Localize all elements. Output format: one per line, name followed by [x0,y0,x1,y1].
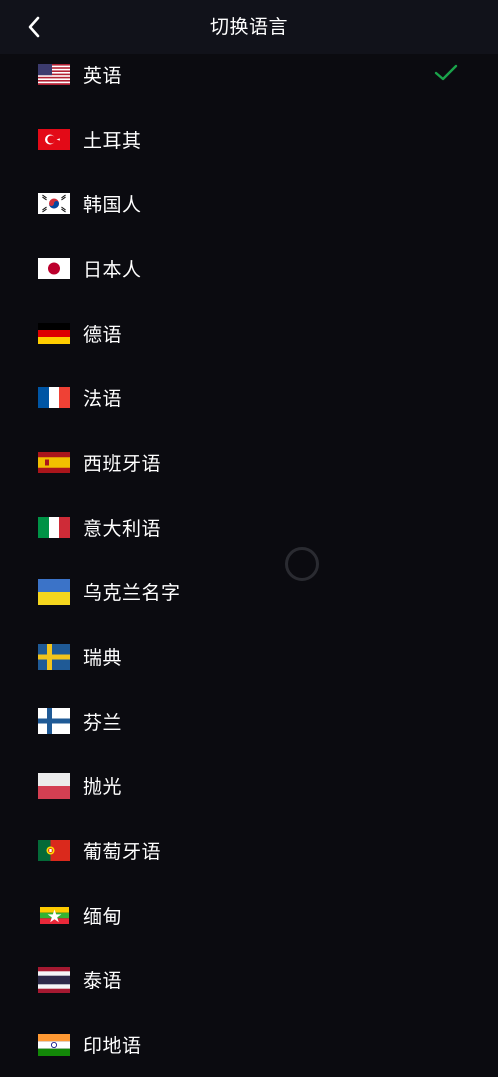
language-item-ukrainian[interactable]: 乌克兰名字 [0,560,498,625]
south-korea-flag-icon [38,193,70,215]
language-item-italian[interactable]: 意大利语 [0,495,498,560]
loading-spinner-icon [285,547,319,581]
language-item-spanish[interactable]: 西班牙语 [0,430,498,495]
language-item-portuguese[interactable]: 葡萄牙语 [0,818,498,883]
us-flag-icon [38,63,70,85]
language-label: 意大利语 [83,517,162,540]
language-item-polish[interactable]: 抛光 [0,754,498,819]
germany-flag-icon [38,322,70,344]
language-label: 芬兰 [83,711,123,734]
language-list: 英语 土耳其 韩国人 日本人 德语 法语 西班牙语 意大利语 乌克兰名字 瑞典 … [0,42,498,1077]
sweden-flag-icon [38,643,70,670]
language-label: 土耳其 [83,129,142,152]
language-label: 葡萄牙语 [83,841,162,864]
poland-flag-icon [38,772,70,799]
india-flag-icon [38,1033,70,1056]
ukraine-flag-icon [38,578,70,605]
language-label: 韩国人 [83,194,142,217]
language-label: 乌克兰名字 [83,582,181,605]
spain-flag-icon [38,451,70,473]
language-label: 泰语 [83,970,123,993]
language-item-japanese[interactable]: 日本人 [0,236,498,301]
myanmar-flag-icon [40,906,69,924]
language-item-turkish[interactable]: 土耳其 [0,107,498,172]
france-flag-icon [38,387,70,409]
checkmark-icon [434,64,458,81]
language-label: 瑞典 [83,647,123,670]
language-item-swedish[interactable]: 瑞典 [0,624,498,689]
portugal-flag-icon [38,840,70,862]
language-label: 西班牙语 [83,452,162,475]
language-item-french[interactable]: 法语 [0,365,498,430]
language-item-english[interactable]: 英语 [0,42,498,107]
japan-flag-icon [38,257,70,279]
language-label: 抛光 [83,776,123,799]
turkey-flag-icon [38,128,70,150]
language-label: 英语 [83,64,123,87]
thailand-flag-icon [38,966,70,993]
language-item-finnish[interactable]: 芬兰 [0,689,498,754]
finland-flag-icon [38,708,70,735]
language-item-korean[interactable]: 韩国人 [0,171,498,236]
language-label: 缅甸 [83,905,123,928]
language-label: 日本人 [83,258,142,281]
language-label: 法语 [83,388,123,411]
italy-flag-icon [38,516,70,538]
language-item-german[interactable]: 德语 [0,301,498,366]
language-item-hindi[interactable]: 印地语 [0,1012,498,1077]
language-item-thai[interactable]: 泰语 [0,948,498,1013]
language-label: 印地语 [83,1035,142,1058]
language-item-burmese[interactable]: 缅甸 [0,883,498,948]
language-label: 德语 [83,323,123,346]
